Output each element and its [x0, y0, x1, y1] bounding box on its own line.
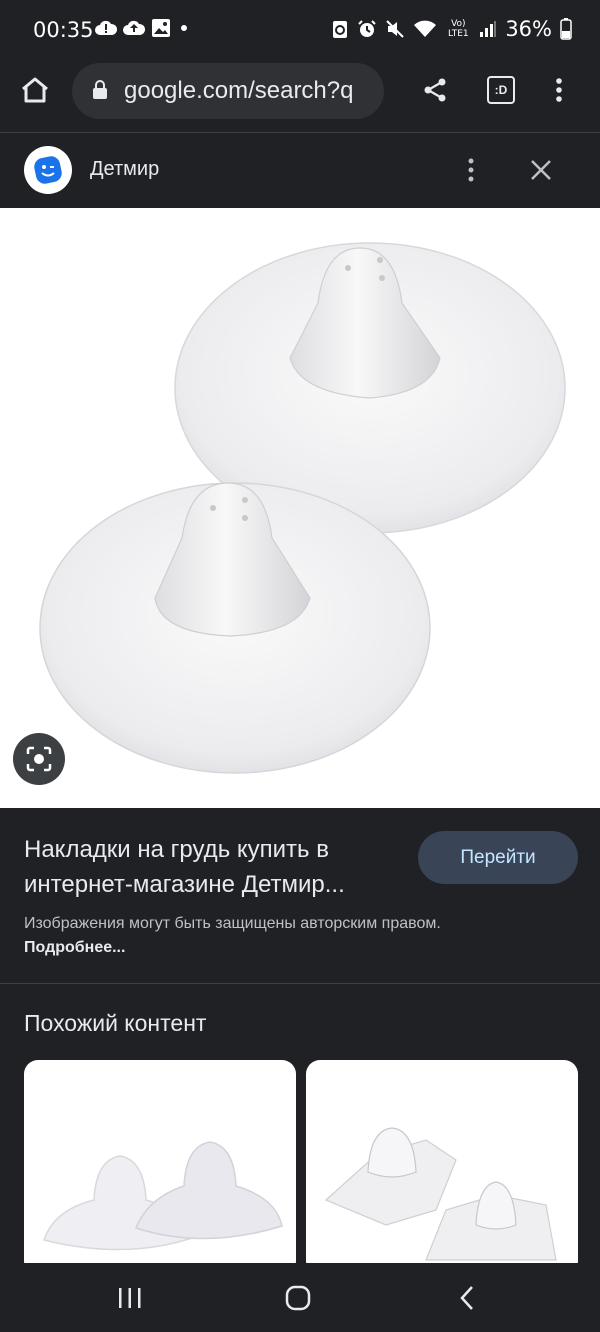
recents-icon: [119, 1288, 141, 1308]
copyright-notice: Изображения могут быть защищены авторски…: [24, 912, 444, 960]
back-button[interactable]: [437, 1275, 497, 1321]
similar-image-1: [43, 1141, 283, 1251]
dot-icon: [181, 25, 187, 31]
lens-icon: [26, 746, 52, 772]
main-image[interactable]: [0, 208, 600, 808]
tab-count-box: :D: [487, 76, 515, 104]
cloud-upload-icon: [123, 20, 145, 35]
tab-switcher-button[interactable]: :D: [479, 68, 523, 112]
share-icon: [424, 78, 446, 102]
image-icon: [152, 19, 170, 37]
detmir-logo-icon: [34, 156, 62, 184]
share-button[interactable]: [413, 68, 457, 112]
battery-icon: [560, 18, 572, 40]
status-right: Vo) LTE1 36%: [331, 17, 572, 41]
similar-image-2: [324, 1127, 557, 1261]
source-menu-button[interactable]: [449, 148, 493, 192]
source-name[interactable]: Детмир: [90, 158, 159, 181]
home-nav-button[interactable]: [268, 1275, 328, 1321]
wifi-icon: [414, 20, 437, 37]
recycle-icon: [333, 21, 348, 38]
similar-heading: Похожий контент: [24, 1010, 207, 1036]
home-nav-icon: [285, 1285, 311, 1311]
url-bar[interactable]: google.com/search?q: [72, 63, 384, 119]
close-icon: [531, 160, 551, 180]
close-button[interactable]: [519, 148, 563, 192]
status-left-icons: [95, 18, 191, 38]
network-label: Vo) LTE1: [447, 19, 469, 39]
signal-icon: [480, 21, 497, 37]
copyright-text: Изображения могут быть защищены авторски…: [24, 915, 441, 932]
home-icon: [22, 77, 48, 103]
recents-button[interactable]: [100, 1275, 160, 1321]
section-divider: [0, 983, 600, 984]
similar-card-1[interactable]: [24, 1060, 296, 1275]
tab-count-label: :D: [494, 83, 508, 97]
android-nav-bar: [0, 1263, 600, 1332]
more-vert-icon: [556, 78, 562, 102]
browser-menu-button[interactable]: [537, 68, 581, 112]
similar-card-2[interactable]: [306, 1060, 578, 1275]
lock-icon: [93, 80, 107, 99]
more-vert-icon: [468, 158, 474, 182]
alarm-icon: [358, 20, 377, 37]
go-to-site-button[interactable]: Перейти: [418, 831, 578, 884]
source-logo[interactable]: [24, 146, 72, 194]
nipple-shields-image: [39, 242, 566, 774]
home-button[interactable]: [13, 68, 57, 112]
browser-toolbar: google.com/search?q :D: [0, 62, 600, 132]
url-text: google.com/search?q: [124, 77, 354, 104]
google-lens-button[interactable]: [13, 733, 65, 785]
battery-percent: 36%: [505, 17, 552, 41]
learn-more-link[interactable]: Подробнее...: [24, 939, 125, 956]
source-bar: Детмир: [0, 133, 600, 208]
status-time: 00:35: [33, 18, 94, 42]
cloud-alert-icon: [95, 20, 117, 35]
back-icon: [460, 1286, 473, 1310]
result-title[interactable]: Накладки на грудь купить в интернет-мага…: [24, 832, 404, 902]
status-bar: 00:35 Vo) LTE1 36%: [0, 0, 600, 62]
mute-icon: [386, 20, 405, 38]
